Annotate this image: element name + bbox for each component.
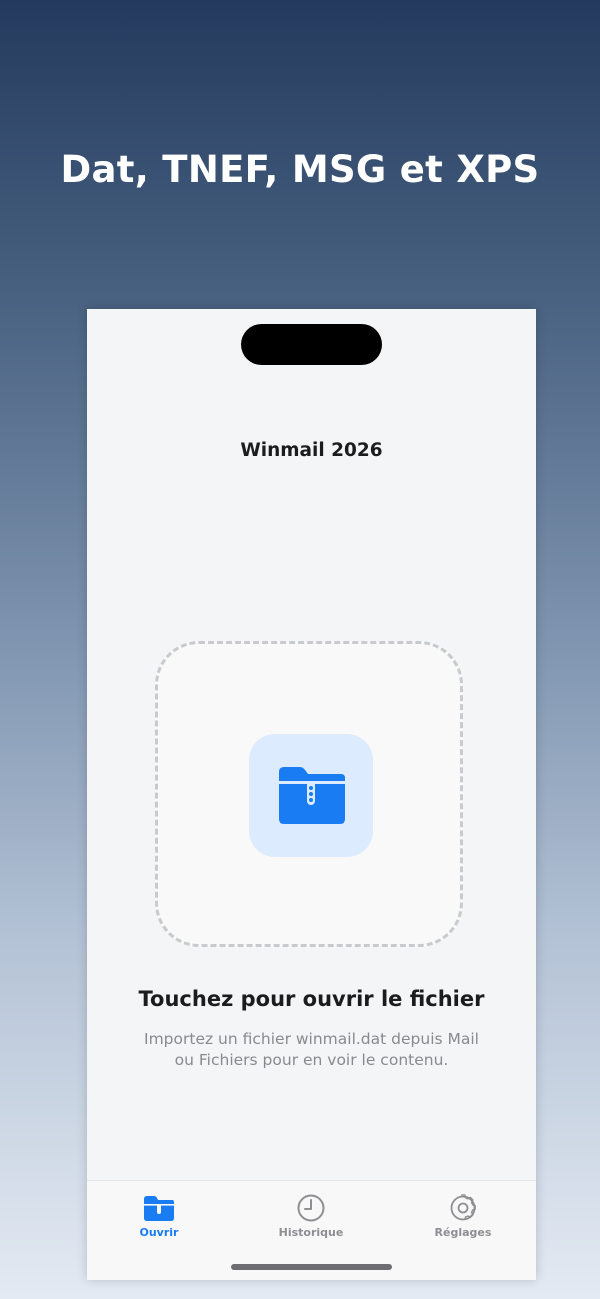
app-title: Winmail 2026 [240,440,383,461]
tab-history[interactable]: Historique [256,1193,366,1243]
tab-settings-label: Réglages [434,1226,492,1239]
phone-screen: Winmail 2026 Touchez pour ouvrir le fich… [87,309,536,1280]
tab-open[interactable]: Ouvrir [104,1193,214,1243]
folder-tile [249,734,373,857]
tab-history-label: Historique [278,1226,344,1239]
open-file-hint: Importez un fichier winmail.dat depuis M… [127,1029,496,1071]
open-file-hint-line: ou Fichiers pour en voir le contenu. [174,1051,449,1069]
open-file-prompt: Touchez pour ouvrir le fichier [138,987,485,1011]
promo-headline: Dat, TNEF, MSG et XPS [60,148,540,191]
home-indicator[interactable] [231,1264,392,1270]
tab-open-label: Ouvrir [139,1226,179,1239]
folder-icon [279,767,345,824]
folder-icon [144,1196,174,1221]
gear-icon [450,1194,476,1221]
clock-icon [297,1194,325,1222]
dynamic-island [241,324,382,365]
open-file-drop-zone[interactable] [155,641,463,947]
tab-settings[interactable]: Réglages [408,1193,518,1243]
open-file-hint-line: Importez un fichier winmail.dat depuis M… [144,1030,479,1048]
